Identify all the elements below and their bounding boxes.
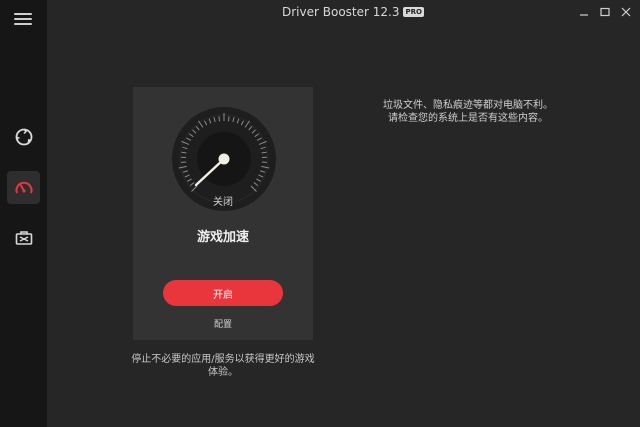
game-boost-description: 停止不必要的应用/服务以获得更好的游戏体验。: [131, 354, 315, 378]
minimize-button[interactable]: [576, 4, 592, 20]
maximize-icon: [600, 7, 610, 17]
pro-badge: PRO: [403, 7, 424, 17]
sidebar-item-toolbox[interactable]: [7, 221, 40, 254]
circle-arrows-icon: [15, 128, 32, 145]
toolbox-icon: [15, 230, 32, 245]
maximize-button[interactable]: [597, 4, 613, 20]
title-bar: Driver Booster 12.3 PRO: [47, 0, 640, 26]
gauge-tick: [227, 116, 230, 122]
app-title-text: Driver Booster 12.3: [282, 5, 400, 19]
close-button[interactable]: [618, 4, 634, 20]
sidebar-item-boost[interactable]: [7, 171, 40, 204]
start-boost-button[interactable]: 开启: [163, 280, 283, 306]
app-title: Driver Booster 12.3 PRO: [282, 5, 424, 19]
app-window: Driver Booster 12.3 PRO 关闭 游戏加速 开启 配置 停止…: [0, 0, 640, 427]
hamburger-menu-icon[interactable]: [14, 13, 32, 27]
config-link[interactable]: 配置: [133, 317, 313, 330]
close-icon: [621, 7, 631, 17]
speedometer-icon: [15, 181, 32, 193]
sidebar: [0, 0, 47, 427]
game-boost-card: 关闭 游戏加速 开启 配置: [133, 87, 313, 340]
minimize-icon: [580, 14, 588, 16]
gauge-tick: [218, 116, 221, 122]
boost-status-label: 关闭: [213, 197, 233, 208]
sidebar-item-scan[interactable]: [7, 120, 40, 153]
info-message: 垃圾文件、隐私痕迹等都对电脑不利。 请检查您的系统上是否有这些内容。: [383, 100, 553, 124]
game-boost-title: 游戏加速: [196, 230, 249, 245]
